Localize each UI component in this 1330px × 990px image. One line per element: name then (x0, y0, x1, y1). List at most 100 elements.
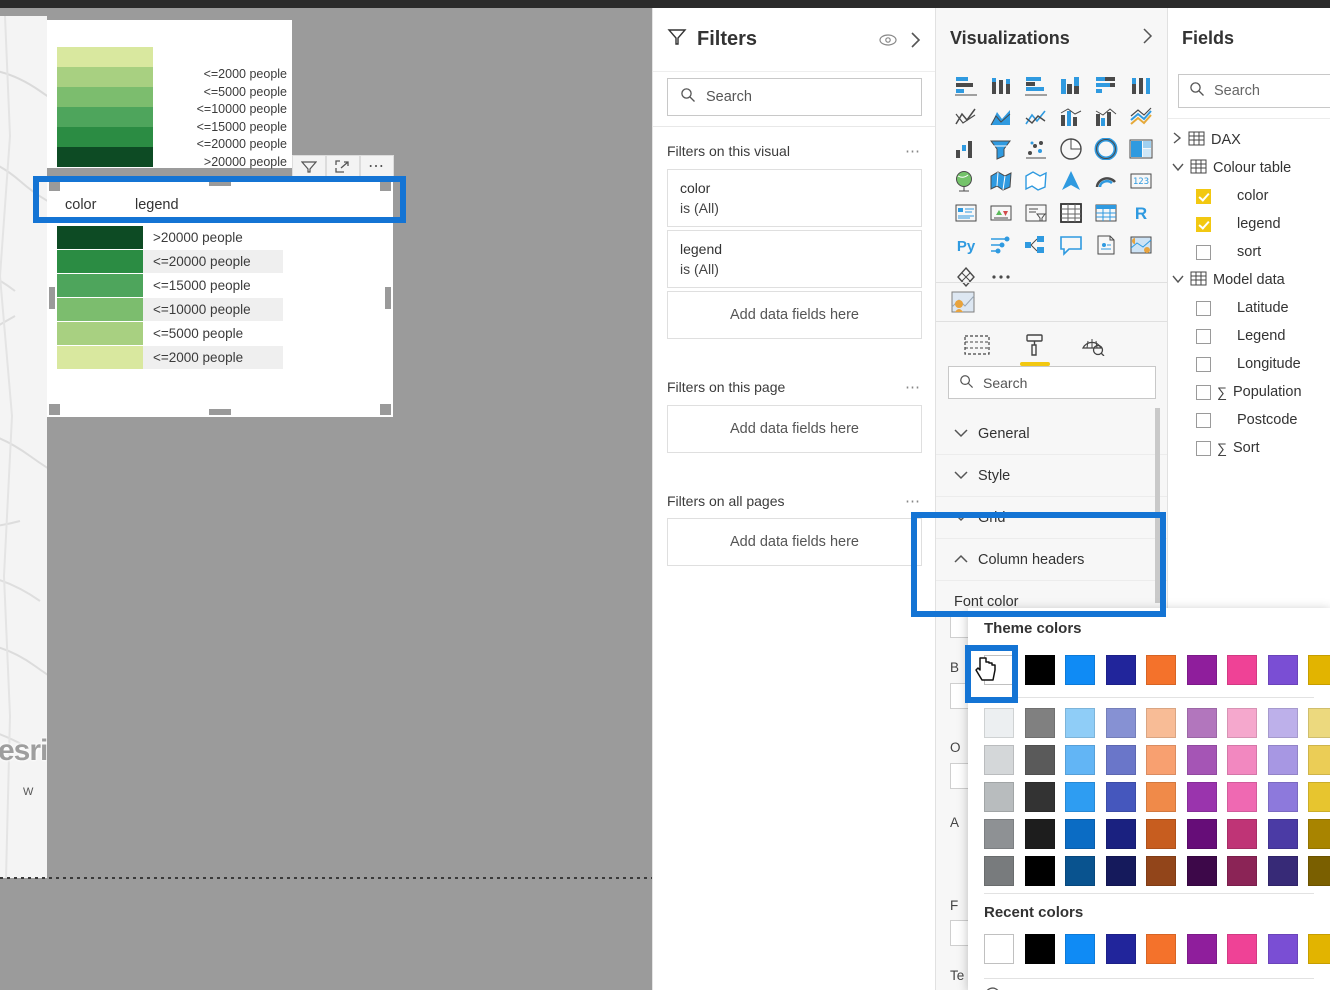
chevron-down-icon[interactable] (1172, 272, 1184, 288)
theme-tint-swatch[interactable] (1267, 708, 1298, 738)
treemap-icon[interactable] (1123, 134, 1158, 164)
table-row[interactable]: <=5000 people (57, 321, 283, 345)
field-checkbox[interactable] (1196, 356, 1211, 372)
theme-tint-row[interactable] (984, 819, 1330, 849)
section-more-icon[interactable]: ⋯ (905, 492, 922, 510)
recent-color-swatch[interactable] (1146, 934, 1176, 964)
resize-handle-ne[interactable] (380, 180, 391, 191)
map-visual[interactable]: W esri (0, 16, 47, 878)
focus-mode-icon[interactable] (326, 155, 360, 179)
theme-tint-swatch[interactable] (1146, 819, 1176, 849)
filter-icon[interactable] (292, 155, 326, 179)
field-checkbox[interactable] (1196, 188, 1211, 204)
fields-item-legend[interactable]: legend (1168, 210, 1330, 238)
color-picker-flyout[interactable]: Theme colors Recent colors More colors..… (968, 608, 1330, 990)
theme-color-swatch[interactable] (1267, 655, 1298, 685)
recent-color-swatch[interactable] (1267, 934, 1298, 964)
theme-color-swatch[interactable] (1227, 655, 1257, 685)
python-visual-icon[interactable]: Py (948, 230, 983, 260)
resize-handle-n[interactable] (209, 180, 231, 186)
visual-filter-dropzone[interactable]: Add data fields here (667, 291, 922, 339)
format-section-general[interactable]: General (936, 413, 1168, 455)
fields-tab-icon[interactable] (960, 328, 994, 362)
fields-table-colour-table[interactable]: Colour table (1168, 154, 1330, 182)
theme-tint-swatch[interactable] (1267, 782, 1298, 812)
line-and-stacked-column-chart-icon[interactable] (1053, 102, 1088, 132)
theme-tint-swatch[interactable] (1146, 856, 1176, 886)
fields-item-longitude[interactable]: Longitude (1168, 350, 1330, 378)
visual-header-toolbar[interactable]: ⋯ (292, 155, 394, 179)
line-and-clustered-column-chart-icon[interactable] (1088, 102, 1123, 132)
smart-narrative-icon[interactable] (1123, 230, 1158, 260)
theme-color-swatch[interactable] (1105, 655, 1136, 685)
fields-item-sort[interactable]: ∑ Sort (1168, 434, 1330, 462)
theme-color-swatch[interactable] (1024, 655, 1055, 685)
format-search-input[interactable]: Search (948, 366, 1156, 399)
field-checkbox[interactable] (1196, 384, 1211, 400)
funnel-chart-icon[interactable] (983, 134, 1018, 164)
fields-table-dax[interactable]: DAX (1168, 126, 1330, 154)
clustered-column-chart-icon[interactable] (1053, 70, 1088, 100)
power-apps-icon[interactable] (948, 262, 983, 292)
theme-tint-swatch[interactable] (1024, 782, 1055, 812)
theme-tint-swatch[interactable] (1308, 745, 1330, 775)
table-row[interactable]: >20000 people (57, 225, 283, 249)
theme-tint-swatch[interactable] (1024, 745, 1055, 775)
decomposition-tree-icon[interactable] (1018, 230, 1053, 260)
custom-visual-icon[interactable] (948, 289, 978, 315)
theme-tint-swatch[interactable] (984, 819, 1014, 849)
fields-item-postcode[interactable]: Postcode (1168, 406, 1330, 434)
fields-item-color[interactable]: color (1168, 182, 1330, 210)
fields-item-population[interactable]: ∑ Population (1168, 378, 1330, 406)
theme-tint-swatch[interactable] (1065, 819, 1095, 849)
waterfall-chart-icon[interactable] (948, 134, 983, 164)
recent-color-swatch[interactable] (1186, 934, 1217, 964)
theme-tint-swatch[interactable] (1105, 745, 1136, 775)
donut-chart-icon[interactable] (1088, 134, 1123, 164)
theme-tint-swatch[interactable] (1308, 856, 1330, 886)
kpi-icon[interactable] (983, 198, 1018, 228)
column-header-legend[interactable]: legend (135, 197, 179, 213)
section-more-icon[interactable]: ⋯ (905, 142, 922, 160)
theme-color-swatch[interactable] (984, 655, 1014, 685)
line-chart-icon[interactable] (948, 102, 983, 132)
theme-colors-base-row[interactable] (984, 655, 1330, 685)
format-section-style[interactable]: Style (936, 455, 1168, 497)
stacked-bar-chart-icon[interactable] (948, 70, 983, 100)
table-icon[interactable] (1053, 198, 1088, 228)
field-checkbox[interactable] (1196, 440, 1211, 456)
theme-tint-swatch[interactable] (1024, 708, 1055, 738)
r-script-visual-icon[interactable]: R (1123, 198, 1158, 228)
theme-tint-swatch[interactable] (1146, 745, 1176, 775)
format-section-grid[interactable]: Grid (936, 497, 1168, 539)
matrix-icon[interactable] (1088, 198, 1123, 228)
theme-tint-row[interactable] (984, 745, 1330, 775)
colour-table-visual[interactable]: color legend >20000 people <=20000 people… (47, 178, 393, 417)
all-pages-filter-dropzone[interactable]: Add data fields here (667, 518, 922, 566)
visualization-type-grid[interactable]: 123 R Py (948, 70, 1160, 292)
stacked-area-chart-icon[interactable] (1018, 102, 1053, 132)
theme-tint-swatch[interactable] (1267, 819, 1298, 849)
clustered-bar-chart-icon[interactable] (1018, 70, 1053, 100)
stacked-column-chart-icon[interactable] (983, 70, 1018, 100)
fields-item-legend[interactable]: Legend (1168, 322, 1330, 350)
shape-map-icon[interactable] (1018, 166, 1053, 196)
fields-item-latitude[interactable]: Latitude (1168, 294, 1330, 322)
theme-tint-swatch[interactable] (1186, 856, 1217, 886)
filter-card-legend[interactable]: legend is (All) (667, 230, 922, 288)
more-options-icon[interactable]: ⋯ (360, 155, 394, 179)
recent-color-swatch[interactable] (1308, 934, 1330, 964)
field-checkbox[interactable] (1196, 328, 1211, 344)
fields-table-model-data[interactable]: Model data (1168, 266, 1330, 294)
collapse-filters-icon[interactable] (908, 31, 922, 49)
theme-color-swatch[interactable] (1308, 655, 1330, 685)
100-percent-stacked-bar-chart-icon[interactable] (1088, 70, 1123, 100)
recent-color-swatch[interactable] (984, 934, 1014, 964)
area-chart-icon[interactable] (983, 102, 1018, 132)
theme-tint-swatch[interactable] (1308, 819, 1330, 849)
theme-tint-swatch[interactable] (1267, 856, 1298, 886)
format-pane-tabs[interactable] (936, 326, 1168, 366)
theme-tint-swatch[interactable] (1146, 782, 1176, 812)
fields-item-sort[interactable]: sort (1168, 238, 1330, 266)
resize-handle-w[interactable] (49, 287, 55, 309)
